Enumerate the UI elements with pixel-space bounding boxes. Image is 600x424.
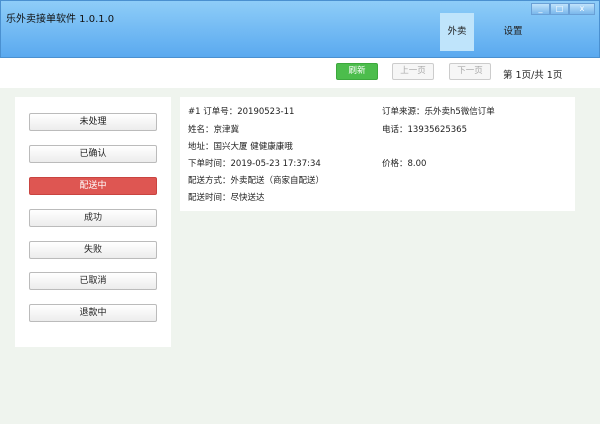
delivery-method: 配送方式：外卖配送（商家自配送）: [188, 176, 325, 186]
status-cancelled[interactable]: 已取消: [29, 272, 157, 290]
window-title: 乐外卖接单软件 1.0.1.0: [6, 14, 115, 25]
status-delivering[interactable]: 配送中: [29, 177, 157, 195]
page-indicator: 第 1页/共 1页: [503, 70, 563, 81]
refresh-button[interactable]: 刷新: [336, 63, 378, 80]
prev-page-button[interactable]: 上一页: [392, 63, 434, 80]
customer-name: 姓名：京津冀: [188, 125, 240, 135]
order-card[interactable]: #1 订单号：20190523-11 订单来源：乐外卖h5微信订单 姓名：京津冀…: [180, 97, 575, 211]
maximize-button[interactable]: □: [550, 3, 569, 15]
status-confirmed[interactable]: 已确认: [29, 145, 157, 163]
close-button[interactable]: x: [569, 3, 595, 15]
status-success[interactable]: 成功: [29, 209, 157, 227]
status-pending[interactable]: 未处理: [29, 113, 157, 131]
status-refunding[interactable]: 退款中: [29, 304, 157, 322]
order-source: 订单来源：乐外卖h5微信订单: [382, 107, 495, 117]
order-time: 下单时间：2019-05-23 17:37:34: [188, 159, 321, 169]
minimize-button[interactable]: _: [531, 3, 550, 15]
delivery-time: 配送时间：尽快送达: [188, 193, 265, 203]
order-number: #1 订单号：20190523-11: [188, 107, 295, 117]
status-failed[interactable]: 失败: [29, 241, 157, 259]
customer-address: 地址：国兴大厦 健健康康哦: [188, 142, 293, 152]
tab-settings[interactable]: 设置: [496, 13, 530, 51]
tab-takeout[interactable]: 外卖: [440, 13, 474, 51]
toolbar: 刷新 上一页 下一页 第 1页/共 1页: [0, 58, 600, 88]
next-page-button[interactable]: 下一页: [449, 63, 491, 80]
customer-phone: 电话：13935625365: [382, 125, 467, 135]
order-price: 价格：8.00: [382, 159, 427, 169]
title-bar: 乐外卖接单软件 1.0.1.0 _ □ x 外卖 设置: [0, 0, 600, 58]
status-sidebar: 未处理 已确认 配送中 成功 失败 已取消 退款中: [15, 97, 171, 347]
